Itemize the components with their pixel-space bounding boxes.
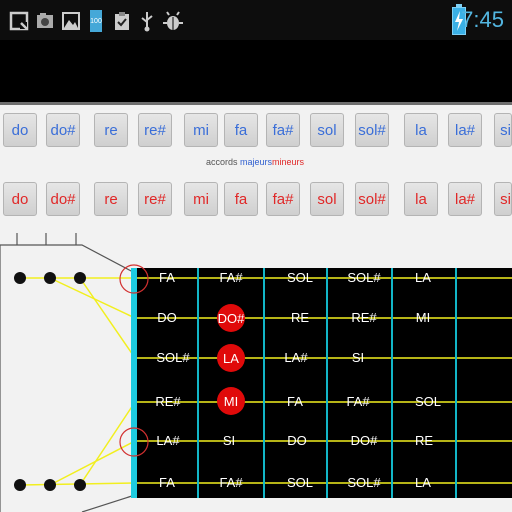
chord-note-marker[interactable]: MI <box>217 387 245 415</box>
fret-note[interactable]: FA# <box>328 394 388 409</box>
fret-note[interactable]: MI <box>393 310 453 325</box>
fret-note[interactable]: DO# <box>334 433 394 448</box>
fret-note[interactable]: LA# <box>266 350 326 365</box>
fret-note[interactable]: RE# <box>334 310 394 325</box>
fret-note[interactable]: FA <box>137 475 197 490</box>
fret-note[interactable]: DO <box>267 433 327 448</box>
fret-note[interactable]: SOL# <box>143 350 203 365</box>
chord-note-marker[interactable]: LA <box>217 344 245 372</box>
fret-note[interactable]: SOL <box>398 394 458 409</box>
fret-note[interactable]: RE <box>270 310 330 325</box>
fret-note[interactable]: LA <box>393 270 453 285</box>
fret-note[interactable]: RE <box>394 433 454 448</box>
fret-note[interactable]: SI <box>328 350 388 365</box>
fret-note[interactable]: SOL <box>270 475 330 490</box>
fret-note[interactable]: LA <box>393 475 453 490</box>
fret-note[interactable]: SOL# <box>334 475 394 490</box>
fret-note[interactable]: SOL <box>270 270 330 285</box>
fret-note[interactable]: SI <box>199 433 259 448</box>
fret-note[interactable]: FA# <box>201 270 261 285</box>
fret-note[interactable]: LA# <box>138 433 198 448</box>
fret-note[interactable]: FA <box>137 270 197 285</box>
fret-note[interactable]: DO <box>137 310 197 325</box>
fret-note[interactable]: FA# <box>201 475 261 490</box>
chord-note-marker[interactable]: DO# <box>217 304 245 332</box>
fret-note[interactable]: SOL# <box>334 270 394 285</box>
fret-note[interactable]: FA <box>265 394 325 409</box>
fret-note[interactable]: RE# <box>138 394 198 409</box>
